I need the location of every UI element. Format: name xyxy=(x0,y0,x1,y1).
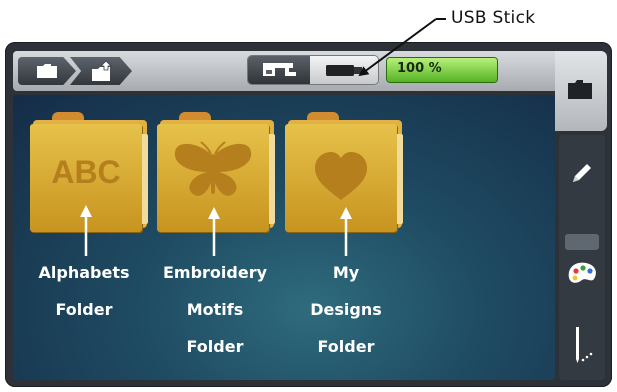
storage-selector xyxy=(248,56,378,84)
palette-icon xyxy=(565,234,599,283)
tab-stitch[interactable] xyxy=(559,320,605,370)
usb-stick-annotation-label: USB Stick xyxy=(451,8,536,28)
usb-stick-icon xyxy=(326,65,362,76)
folder-up-icon xyxy=(92,60,112,81)
tab-edit[interactable] xyxy=(559,150,605,200)
heart-icon xyxy=(315,152,367,200)
embroidery-machine-icon xyxy=(263,63,296,76)
folder-icon xyxy=(285,124,403,232)
folder-icon xyxy=(157,124,275,232)
abc-icon: ABC xyxy=(51,154,121,190)
pencil-icon xyxy=(573,164,591,182)
machine-storage-button[interactable] xyxy=(248,56,310,84)
folder-icon xyxy=(37,64,57,78)
storage-capacity-bar: 100 % xyxy=(387,58,497,82)
capacity-text: 100 % xyxy=(397,61,442,76)
usb-storage-button[interactable] xyxy=(310,56,378,84)
needle-stitch-icon xyxy=(576,327,593,363)
my-designs-folder-caption: My Designs Folder xyxy=(310,263,382,356)
folder-icon xyxy=(568,80,592,99)
my-designs-folder[interactable] xyxy=(285,112,403,232)
butterfly-icon xyxy=(174,141,252,196)
tab-color-palette[interactable] xyxy=(559,230,605,288)
alphabets-folder-caption: Alphabets Folder xyxy=(38,263,130,319)
embroidery-motifs-folder[interactable] xyxy=(157,112,275,232)
alphabets-folder[interactable]: ABC xyxy=(30,112,148,232)
folder-icon: ABC xyxy=(30,124,148,232)
embroidery-motifs-folder-caption: Embroidery Motifs Folder xyxy=(162,263,268,356)
